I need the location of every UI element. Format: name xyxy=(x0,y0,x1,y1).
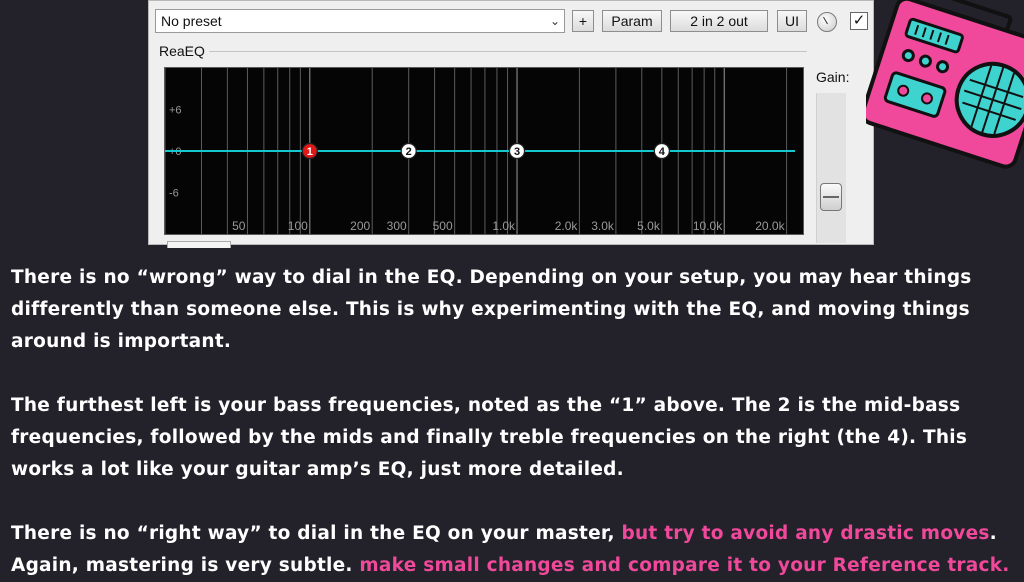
paragraph-3: There is no “right way” to dial in the E… xyxy=(11,518,1015,582)
ui-button[interactable]: UI xyxy=(777,10,807,32)
io-routing-button[interactable]: 2 in 2 out xyxy=(670,10,768,32)
add-preset-button[interactable]: + xyxy=(572,10,594,32)
paragraph-3-text-a: There is no “right way” to dial in the E… xyxy=(11,523,622,544)
eq-graph-svg: +6+0-6 501002003005001.0k2.0k3.0k5.0k10.… xyxy=(165,68,795,234)
chevron-down-icon: ⌄ xyxy=(549,14,560,28)
preset-value: No preset xyxy=(161,13,222,29)
freq-label: 2.0k xyxy=(555,219,579,233)
frequency-scale: 50 100 200 300 500 1.0k 2.0k 3.0k 5.0k 10.0k 20.0k xyxy=(232,219,785,233)
db-label: -6 xyxy=(169,188,179,200)
highlight-drastic-moves: but try to avoid any drastic moves xyxy=(621,523,990,544)
gain-slider-track[interactable] xyxy=(816,93,846,243)
freq-label: 50 xyxy=(232,219,246,233)
band-node-3[interactable]: 3 xyxy=(508,142,526,160)
group-divider xyxy=(209,51,807,52)
freq-label: 10.0k xyxy=(693,219,723,233)
band-node-2[interactable]: 2 xyxy=(400,142,417,160)
freq-label: 1.0k xyxy=(492,219,516,233)
freq-label: 300 xyxy=(387,219,407,233)
band-number: 1 xyxy=(307,146,313,158)
freq-label: 5.0k xyxy=(637,219,661,233)
band-number: 4 xyxy=(659,146,666,158)
reaeq-plugin-window: No preset ⌄ + Param 2 in 2 out UI ✓ ReaE… xyxy=(148,0,874,248)
band-node-4[interactable]: 4 xyxy=(653,142,670,160)
gain-label: Gain: xyxy=(816,69,850,85)
freq-label: 200 xyxy=(350,219,370,233)
tab-stub xyxy=(167,241,231,248)
band-number: 2 xyxy=(406,146,412,158)
paragraph-2: The furthest left is your bass frequenci… xyxy=(11,395,968,480)
freq-label: 500 xyxy=(433,219,453,233)
freq-label: 3.0k xyxy=(591,219,615,233)
paragraph-1: There is no “wrong” way to dial in the E… xyxy=(11,267,972,352)
boombox-icon xyxy=(866,0,1024,169)
freq-label: 20.0k xyxy=(755,219,785,233)
highlight-reference-track: make small changes and compare it to you… xyxy=(359,555,1010,576)
article-body: There is no “wrong” way to dial in the E… xyxy=(11,262,1015,582)
plugin-toolbar: No preset ⌄ + Param 2 in 2 out UI ✓ xyxy=(149,9,873,35)
wet-knob-icon[interactable] xyxy=(817,12,837,32)
section-label: ReaEQ xyxy=(159,43,205,59)
band-node-1[interactable]: 1 xyxy=(301,142,318,160)
param-button[interactable]: Param xyxy=(602,10,662,32)
db-label: +6 xyxy=(169,105,182,117)
gain-slider-thumb[interactable] xyxy=(820,183,842,211)
freq-label: 100 xyxy=(288,219,308,233)
eq-graph[interactable]: +6+0-6 501002003005001.0k2.0k3.0k5.0k10.… xyxy=(164,67,804,235)
band-number: 3 xyxy=(514,146,520,158)
preset-dropdown[interactable]: No preset ⌄ xyxy=(155,9,565,33)
